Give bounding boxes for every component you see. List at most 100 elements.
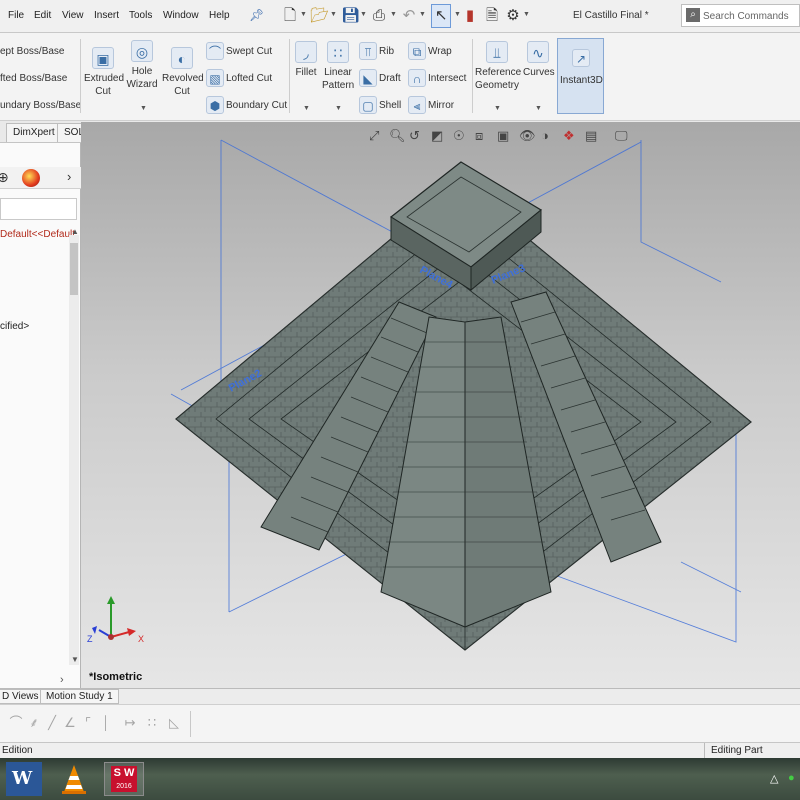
display-monitor-icon[interactable]: 🖵︎ xyxy=(615,128,628,144)
panel-chevron-right-icon[interactable]: › xyxy=(60,674,64,686)
sketch-offset-icon[interactable]: ∠ xyxy=(63,715,77,731)
edit-appearance-icon[interactable]: ◑ xyxy=(541,128,549,143)
filter-field[interactable] xyxy=(0,198,77,220)
new-document-icon[interactable]: 🗋 xyxy=(282,6,298,26)
pin-icon[interactable]: 📌︎ xyxy=(249,8,264,22)
print-caret-icon[interactable]: ▼ xyxy=(390,11,397,18)
view-settings-icon[interactable]: ▤ xyxy=(585,128,597,144)
intersect-button[interactable]: Intersect xyxy=(428,73,466,84)
scrollbar-thumb[interactable] xyxy=(70,243,78,295)
options-gear-icon[interactable]: ⚙ xyxy=(505,6,521,26)
ribbon-separator xyxy=(289,39,290,113)
instant3d-button[interactable]: ↗ Instant3D xyxy=(557,38,604,114)
display-style-icon[interactable]: ▣ xyxy=(497,128,509,144)
boundary-cut-button[interactable]: Boundary Cut xyxy=(226,100,287,111)
options-caret-icon[interactable]: ▼ xyxy=(523,11,530,18)
scroll-down-icon[interactable]: ▼ xyxy=(71,655,79,664)
zoom-area-icon[interactable]: 🔍︎ xyxy=(389,128,406,144)
linear-pattern-caret-icon[interactable]: ▼ xyxy=(335,105,342,112)
sketch-extend-icon[interactable]: ╱ xyxy=(45,715,59,731)
reference-geometry-button[interactable]: ⫫ Reference Geometry xyxy=(475,41,521,92)
save-caret-icon[interactable]: ▼ xyxy=(360,11,367,18)
graphics-viewport[interactable]: Plane4 Plane3 Plane2 Z X ⤢ 🔍︎ ↺ ◩ ☉ ⧈ ▣ … xyxy=(81,122,800,688)
display-manager-icon[interactable] xyxy=(22,169,40,187)
sketch-line-icon[interactable]: │ xyxy=(99,715,113,731)
heads-up-view-toolbar: ⤢ 🔍︎ ↺ ◩ ☉ ⧈ ▣ 👁︎ ◑ ❖ ▤ 🖵︎ xyxy=(369,128,629,146)
lofted-cut-button[interactable]: Lofted Cut xyxy=(226,73,272,84)
solidworks-year: 2016 xyxy=(116,783,132,790)
configuration-label[interactable]: Default<<Default xyxy=(0,229,75,240)
tab-3d-views[interactable]: D Views xyxy=(0,689,45,704)
tab-motion-study-1[interactable]: Motion Study 1 xyxy=(40,689,119,704)
select-tool-button[interactable]: ↖ xyxy=(431,4,451,28)
shell-button[interactable]: Shell xyxy=(379,100,401,111)
print-icon[interactable]: ⎙ xyxy=(371,6,387,26)
ribbon-separator xyxy=(472,39,473,113)
wrap-button[interactable]: Wrap xyxy=(428,46,452,57)
curves-caret-icon[interactable]: ▼ xyxy=(535,105,542,112)
sketch-fillet-icon[interactable]: ⌒ xyxy=(9,715,23,731)
swept-cut-icon: ⌒ xyxy=(206,42,224,60)
tab-dimxpert[interactable]: DimXpert xyxy=(6,123,62,142)
fillet-button[interactable]: ◞ Fillet xyxy=(293,41,319,79)
sketch-trim-icon[interactable]: ⸙ xyxy=(27,715,41,731)
reference-geometry-caret-icon[interactable]: ▼ xyxy=(494,105,501,112)
dynamic-annotation-icon[interactable]: ☉ xyxy=(453,128,465,144)
lofted-boss-base-button[interactable]: fted Boss/Base xyxy=(0,73,67,84)
mirror-button[interactable]: Mirror xyxy=(428,100,454,111)
material-tree-item[interactable]: cified> xyxy=(0,321,29,332)
menu-file[interactable]: File xyxy=(8,10,24,21)
rib-button[interactable]: Rib xyxy=(379,46,394,57)
draft-button[interactable]: Draft xyxy=(379,73,401,84)
tray-network-icon[interactable]: ● xyxy=(788,772,795,784)
sketch-dimension-icon[interactable]: ↦ xyxy=(123,715,137,731)
open-caret-icon[interactable]: ▼ xyxy=(330,11,337,18)
file-properties-icon[interactable]: 🗎 xyxy=(484,6,500,26)
menu-window[interactable]: Window xyxy=(163,10,199,21)
hole-wizard-button[interactable]: ◎ Hole Wizard xyxy=(125,40,159,91)
linear-pattern-button[interactable]: ∷ Linear Pattern xyxy=(322,41,354,92)
feature-tree-scrollbar[interactable] xyxy=(69,235,79,665)
extruded-cut-button[interactable]: ▣ Extruded Cut xyxy=(84,47,124,98)
menu-help[interactable]: Help xyxy=(209,10,230,21)
view-orientation-icon[interactable]: ⧈ xyxy=(475,128,483,144)
hole-wizard-caret-icon[interactable]: ▼ xyxy=(140,105,147,112)
undo-caret-icon[interactable]: ▼ xyxy=(419,11,426,18)
view-orientation-label: *Isometric xyxy=(89,671,143,683)
draft-icon: ◣ xyxy=(359,69,377,87)
menu-insert[interactable]: Insert xyxy=(94,10,119,21)
sketch-mirror-icon[interactable]: ◺ xyxy=(167,715,181,731)
vlc-taskbar-button[interactable] xyxy=(56,762,92,796)
search-commands-input[interactable]: ⌕ Search Commands xyxy=(681,4,800,27)
new-caret-icon[interactable]: ▼ xyxy=(300,11,307,18)
pyramid-model[interactable]: Plane4 Plane3 Plane2 Z X xyxy=(81,122,800,688)
previous-view-icon[interactable]: ↺ xyxy=(409,128,420,144)
select-caret-icon[interactable]: ▼ xyxy=(454,11,461,18)
menu-view[interactable]: View xyxy=(62,10,84,21)
instant3d-label: Instant3D xyxy=(560,75,603,86)
tray-expand-icon[interactable]: △ xyxy=(770,772,778,785)
word-taskbar-button[interactable]: W xyxy=(6,762,42,796)
apply-scene-icon[interactable]: ❖ xyxy=(563,128,575,144)
solidworks-taskbar-button[interactable]: S W 2016 xyxy=(104,762,144,796)
zoom-to-fit-icon[interactable]: ⤢ xyxy=(369,128,379,144)
menu-tools[interactable]: Tools xyxy=(129,10,152,21)
section-view-icon[interactable]: ◩ xyxy=(431,128,443,144)
sketch-corner-icon[interactable]: ⌜ xyxy=(81,715,95,731)
chevron-right-icon[interactable]: › xyxy=(67,169,71,184)
swept-boss-base-button[interactable]: ept Boss/Base xyxy=(0,46,64,57)
boundary-boss-base-button[interactable]: undary Boss/Base xyxy=(0,100,81,111)
swept-cut-button[interactable]: Swept Cut xyxy=(226,46,272,57)
hide-show-items-icon[interactable]: 👁︎ xyxy=(519,128,536,144)
open-folder-icon[interactable]: 📂︎ xyxy=(310,6,329,26)
save-icon[interactable]: 💾︎ xyxy=(341,6,360,26)
curves-button[interactable]: ∿ Curves xyxy=(523,41,555,79)
rebuild-traffic-light-icon[interactable]: ▮ xyxy=(464,6,476,26)
undo-icon[interactable]: ↶ xyxy=(401,6,417,26)
dimxpert-manager-icon[interactable]: ⊕ xyxy=(0,169,9,186)
menu-edit[interactable]: Edit xyxy=(34,10,51,21)
revolved-cut-button[interactable]: ◐ Revolved Cut xyxy=(162,47,204,98)
sketch-pattern-icon[interactable]: ∷ xyxy=(145,715,159,731)
fillet-caret-icon[interactable]: ▼ xyxy=(303,105,310,112)
panel-tab-strip: ⊕ › xyxy=(0,167,81,189)
